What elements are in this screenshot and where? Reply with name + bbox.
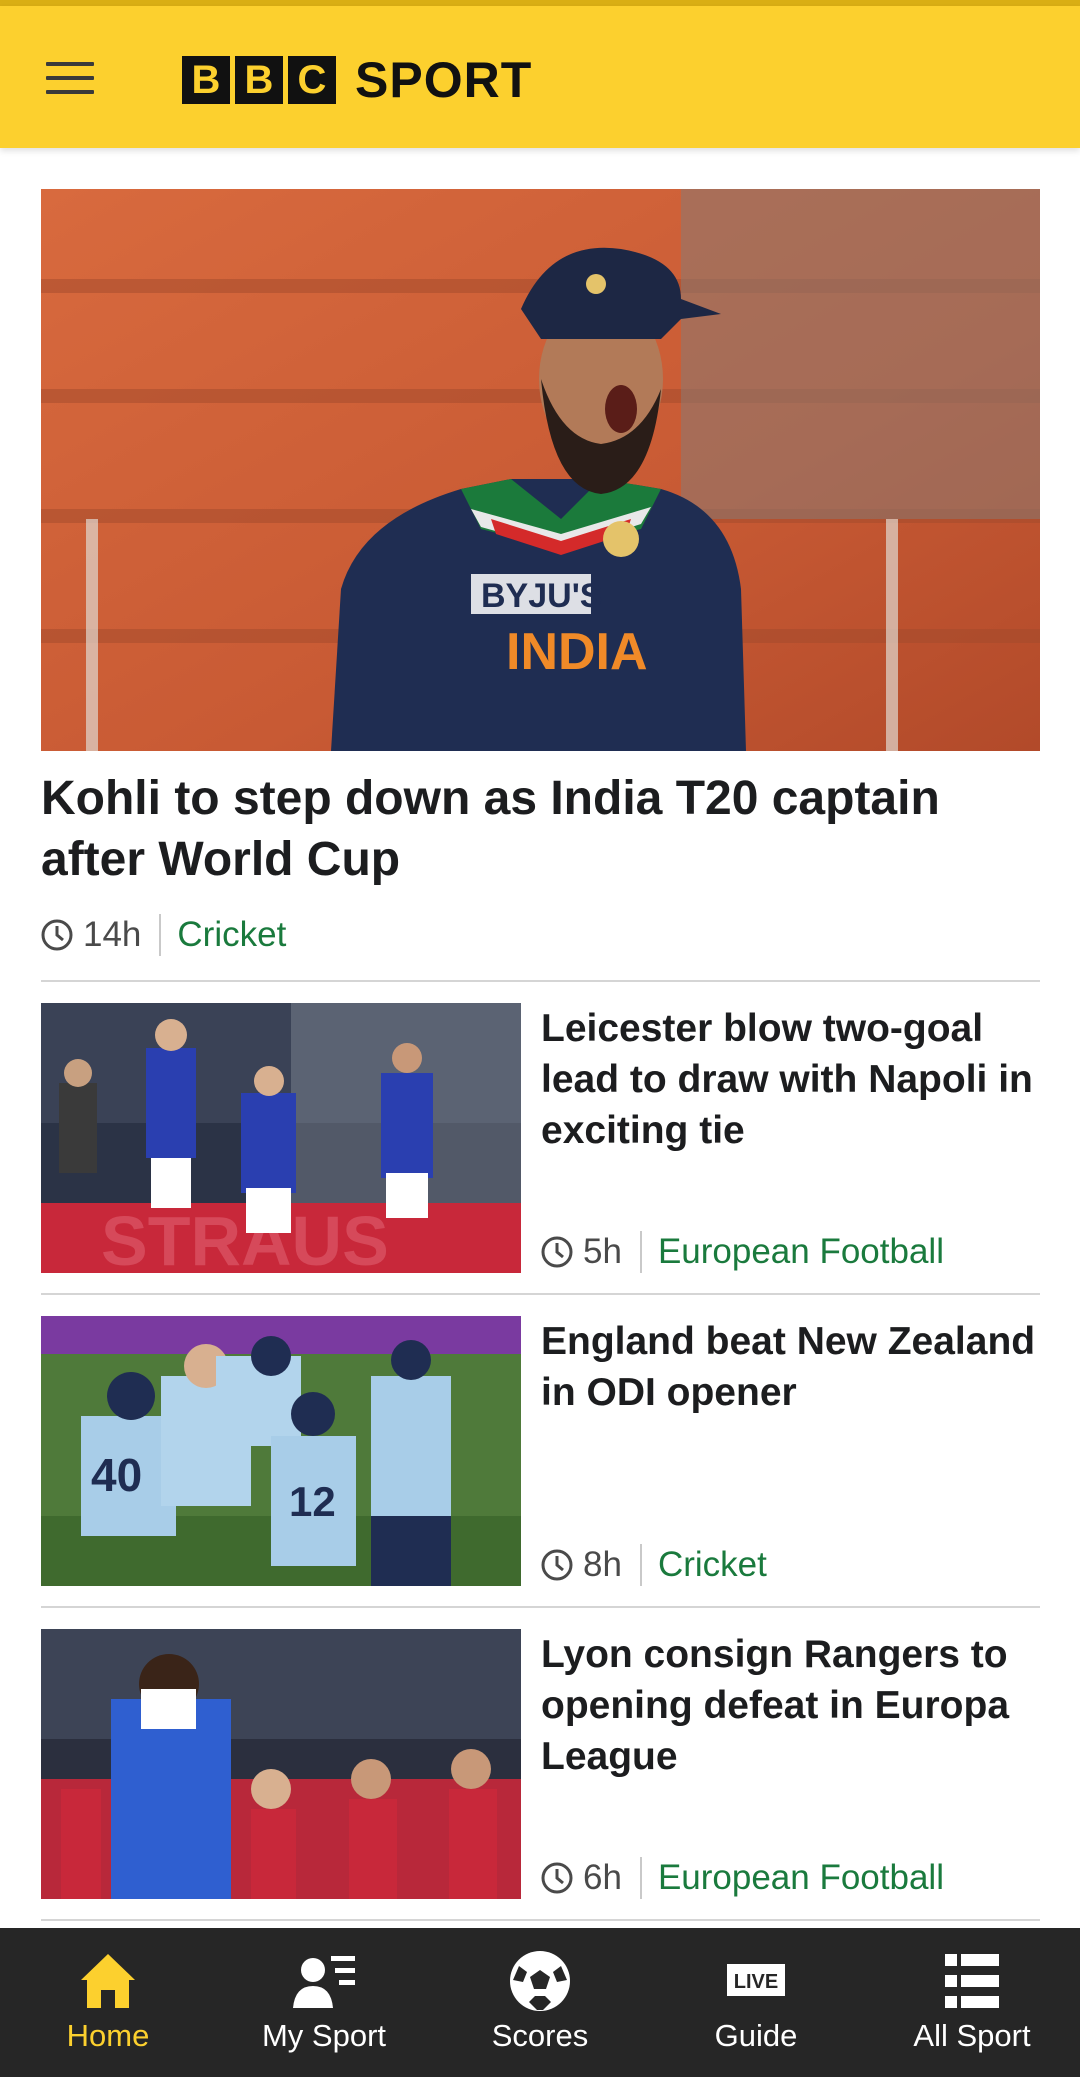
clock-icon (541, 1236, 573, 1268)
tab-my-sport[interactable]: My Sport (216, 1928, 432, 2077)
timestamp: 5h (583, 1232, 622, 1271)
hero-headline[interactable]: Kohli to step down as India T20 captain … (41, 768, 1040, 890)
story-card[interactable]: STRAUS Leicester blow two-goal lead to d… (41, 1003, 1040, 1273)
story-thumbnail[interactable] (41, 1629, 521, 1899)
topic-link[interactable]: Cricket (658, 1545, 767, 1585)
tab-home[interactable]: Home (0, 1928, 216, 2077)
story-thumbnail[interactable]: STRAUS (41, 1003, 521, 1273)
app-header: B B C SPORT (0, 6, 1080, 148)
divider (41, 1606, 1040, 1608)
logo-word: SPORT (355, 52, 533, 108)
timestamp: 14h (83, 915, 142, 954)
meta-separator (639, 1544, 642, 1586)
story-meta: 5h European Football (541, 1230, 944, 1274)
divider (41, 1919, 1040, 1921)
topic-link[interactable]: European Football (658, 1858, 944, 1898)
divider (41, 1293, 1040, 1295)
hero-image[interactable]: BYJU'S INDIA (41, 189, 1040, 751)
tab-label: Guide (714, 2018, 798, 2053)
clock-icon (41, 919, 73, 951)
story-meta: 6h European Football (541, 1856, 944, 1900)
tab-label: Scores (491, 2018, 589, 2053)
tab-label: Home (66, 2018, 150, 2053)
menu-button[interactable] (40, 56, 102, 100)
tab-label: My Sport (261, 2018, 387, 2053)
live-guide-icon: LIVE (727, 1964, 785, 1996)
story-card[interactable]: Lyon consign Rangers to opening defeat i… (41, 1629, 1040, 1899)
list-icon (945, 1954, 999, 2008)
tab-scores[interactable]: Scores (432, 1928, 648, 2077)
meta-separator (639, 1857, 642, 1899)
bbc-sport-logo[interactable]: B B C SPORT (182, 52, 532, 108)
logo-letter: B (182, 56, 230, 104)
logo-letter: B (235, 56, 283, 104)
meta-separator (159, 914, 162, 956)
svg-text:STRAUS: STRAUS (101, 1202, 389, 1273)
story-headline[interactable]: Leicester blow two-goal lead to draw wit… (541, 1003, 1040, 1156)
hero-meta: 14h Cricket (41, 913, 286, 957)
logo-letter: C (288, 56, 336, 104)
football-icon (510, 1951, 570, 2011)
timestamp: 6h (583, 1858, 622, 1897)
cricket-player-photo: BYJU'S INDIA (41, 189, 1040, 751)
story-headline[interactable]: Lyon consign Rangers to opening defeat i… (541, 1629, 1040, 1782)
my-sport-icon (293, 1956, 355, 2008)
svg-text:12: 12 (289, 1478, 336, 1525)
bottom-navigation: Home My Sport Scores LIVE Guide All Spor… (0, 1928, 1080, 2077)
tab-guide[interactable]: LIVE Guide (648, 1928, 864, 2077)
story-meta: 8h Cricket (541, 1543, 767, 1587)
story-headline[interactable]: England beat New Zealand in ODI opener (541, 1316, 1040, 1418)
football-players-photo: STRAUS (41, 1003, 521, 1273)
topic-link[interactable]: European Football (658, 1232, 944, 1272)
story-card[interactable]: 40 12 England beat New Zealand in ODI op… (41, 1316, 1040, 1586)
svg-text:INDIA: INDIA (506, 623, 648, 681)
tab-all-sport[interactable]: All Sport (864, 1928, 1080, 2077)
cricket-team-celebration-photo: 40 12 (41, 1316, 521, 1586)
svg-text:BYJU'S: BYJU'S (481, 577, 602, 615)
topic-link[interactable]: Cricket (177, 915, 286, 955)
clock-icon (541, 1549, 573, 1581)
football-player-photo (41, 1629, 521, 1899)
tab-label: All Sport (913, 2018, 1031, 2053)
home-icon (81, 1954, 135, 2008)
divider (41, 980, 1040, 982)
story-thumbnail[interactable]: 40 12 (41, 1316, 521, 1586)
svg-text:LIVE: LIVE (734, 1971, 778, 1993)
clock-icon (541, 1862, 573, 1894)
timestamp: 8h (583, 1545, 622, 1584)
meta-separator (639, 1231, 642, 1273)
svg-text:40: 40 (91, 1449, 142, 1501)
